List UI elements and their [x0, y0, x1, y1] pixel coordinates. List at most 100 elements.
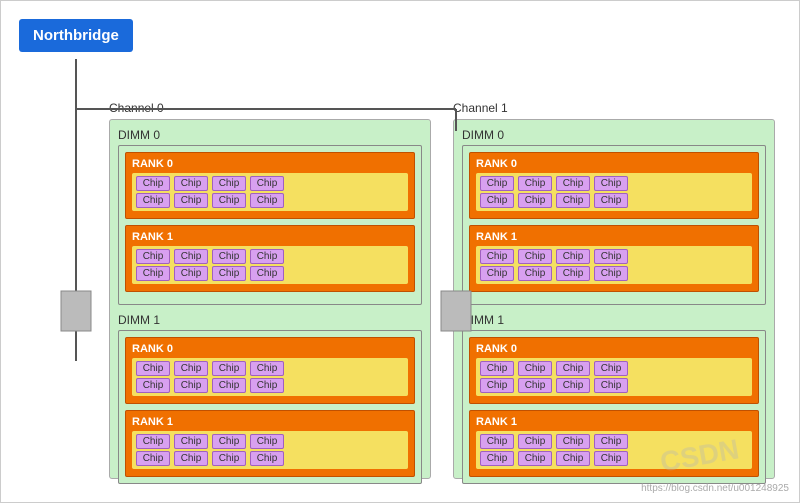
chip: Chip [556, 451, 590, 466]
chip: Chip [136, 378, 170, 393]
chip-row: Chip Chip Chip Chip [136, 451, 404, 466]
chip-row: Chip Chip Chip Chip [480, 451, 748, 466]
channel0-dimm1-rank1-label: RANK 1 [132, 416, 408, 428]
chip: Chip [136, 361, 170, 376]
channel0-dimm0-rank0: RANK 0 Chip Chip Chip Chip Chip Chip Chi… [125, 152, 415, 219]
northbridge-label: Northbridge [33, 27, 119, 44]
chip: Chip [174, 249, 208, 264]
chip: Chip [518, 361, 552, 376]
channel0-dimm0: RANK 0 Chip Chip Chip Chip Chip Chip Chi… [118, 145, 422, 305]
channel0-dimm0-rank0-chips: Chip Chip Chip Chip Chip Chip Chip Chip [132, 173, 408, 211]
channel1-dimm1: RANK 0 Chip Chip Chip Chip Chip Chip Chi… [462, 330, 766, 484]
url-text: https://blog.csdn.net/u001248925 [641, 483, 789, 494]
chip-row: Chip Chip Chip Chip [136, 378, 404, 393]
channel0-dimm0-label: DIMM 0 [118, 128, 422, 142]
chip: Chip [556, 378, 590, 393]
chip: Chip [556, 193, 590, 208]
chip-row: Chip Chip Chip Chip [136, 266, 404, 281]
chip: Chip [174, 176, 208, 191]
chip: Chip [212, 193, 246, 208]
chip: Chip [518, 451, 552, 466]
chip: Chip [480, 378, 514, 393]
chip: Chip [518, 434, 552, 449]
channel1-dimm1-rank0-label: RANK 0 [476, 343, 752, 355]
channel1-dimm0-rank0-chips: Chip Chip Chip Chip Chip Chip Chip Chip [476, 173, 752, 211]
chip: Chip [250, 266, 284, 281]
chip: Chip [480, 249, 514, 264]
chip: Chip [174, 451, 208, 466]
chip-row: Chip Chip Chip Chip [136, 249, 404, 264]
chip: Chip [518, 193, 552, 208]
chip: Chip [594, 434, 628, 449]
channel0-dimm1-label: DIMM 1 [118, 313, 422, 327]
chip: Chip [174, 266, 208, 281]
channel1-dimm0-label: DIMM 0 [462, 128, 766, 142]
chip: Chip [174, 434, 208, 449]
chip: Chip [250, 378, 284, 393]
chip: Chip [556, 361, 590, 376]
chip: Chip [212, 434, 246, 449]
chip: Chip [594, 193, 628, 208]
chip-row: Chip Chip Chip Chip [136, 434, 404, 449]
chip: Chip [250, 176, 284, 191]
channel0-dimm0-rank1: RANK 1 Chip Chip Chip Chip Chip Chip Chi… [125, 225, 415, 292]
channel0-dimm0-rank0-label: RANK 0 [132, 158, 408, 170]
channel1-dimm0: RANK 0 Chip Chip Chip Chip Chip Chip Chi… [462, 145, 766, 305]
chip: Chip [594, 266, 628, 281]
chip: Chip [212, 361, 246, 376]
chip: Chip [556, 176, 590, 191]
channel1-dimm1-rank0: RANK 0 Chip Chip Chip Chip Chip Chip Chi… [469, 337, 759, 404]
chip-row: Chip Chip Chip Chip [136, 193, 404, 208]
chip: Chip [250, 451, 284, 466]
chip: Chip [136, 176, 170, 191]
chip: Chip [250, 249, 284, 264]
channel0-dimm1: RANK 0 Chip Chip Chip Chip Chip Chip Chi… [118, 330, 422, 484]
chip: Chip [212, 249, 246, 264]
chip-row: Chip Chip Chip Chip [480, 249, 748, 264]
chip-row: Chip Chip Chip Chip [480, 361, 748, 376]
chip-row: Chip Chip Chip Chip [480, 434, 748, 449]
chip-row: Chip Chip Chip Chip [480, 176, 748, 191]
channel1-dimm0-rank0-label: RANK 0 [476, 158, 752, 170]
chip: Chip [594, 451, 628, 466]
chip: Chip [212, 378, 246, 393]
channel1-dimm1-rank0-chips: Chip Chip Chip Chip Chip Chip Chip Chip [476, 358, 752, 396]
chip-row: Chip Chip Chip Chip [136, 361, 404, 376]
main-container: Northbridge Channel 0 DIMM 0 RANK 0 Chip [0, 0, 800, 503]
channel0-dimm0-rank1-label: RANK 1 [132, 231, 408, 243]
channel1-dimm0-rank1-label: RANK 1 [476, 231, 752, 243]
chip: Chip [480, 266, 514, 281]
channel0-dimm0-rank1-chips: Chip Chip Chip Chip Chip Chip Chip Chip [132, 246, 408, 284]
chip: Chip [480, 361, 514, 376]
chip: Chip [174, 378, 208, 393]
chip: Chip [212, 176, 246, 191]
channel1-dimm1-rank1: RANK 1 Chip Chip Chip Chip Chip Chip Chi… [469, 410, 759, 477]
chip: Chip [594, 361, 628, 376]
chip: Chip [480, 451, 514, 466]
channel0-dimm1-rank0: RANK 0 Chip Chip Chip Chip Chip Chip Chi… [125, 337, 415, 404]
channel1-dimm0-rank1: RANK 1 Chip Chip Chip Chip Chip Chip Chi… [469, 225, 759, 292]
northbridge-box: Northbridge [19, 19, 133, 52]
channel1-dimm1-rank1-chips: Chip Chip Chip Chip Chip Chip Chip Chip [476, 431, 752, 469]
chip: Chip [212, 451, 246, 466]
chip: Chip [518, 249, 552, 264]
chip: Chip [594, 176, 628, 191]
chip: Chip [556, 434, 590, 449]
chip: Chip [480, 176, 514, 191]
chip: Chip [518, 378, 552, 393]
chip: Chip [594, 378, 628, 393]
channel0-dimm1-rank1: RANK 1 Chip Chip Chip Chip Chip Chip Chi… [125, 410, 415, 477]
chip: Chip [594, 249, 628, 264]
chip: Chip [174, 361, 208, 376]
channel0-block: DIMM 0 RANK 0 Chip Chip Chip Chip Chip C… [109, 119, 431, 479]
channel0-dimm1-rank0-chips: Chip Chip Chip Chip Chip Chip Chip Chip [132, 358, 408, 396]
chip-row: Chip Chip Chip Chip [480, 378, 748, 393]
chip-row: Chip Chip Chip Chip [136, 176, 404, 191]
channel1-dimm1-rank1-label: RANK 1 [476, 416, 752, 428]
chip: Chip [136, 451, 170, 466]
chip: Chip [518, 176, 552, 191]
chip: Chip [480, 193, 514, 208]
chip: Chip [518, 266, 552, 281]
chip: Chip [136, 249, 170, 264]
chip: Chip [480, 434, 514, 449]
